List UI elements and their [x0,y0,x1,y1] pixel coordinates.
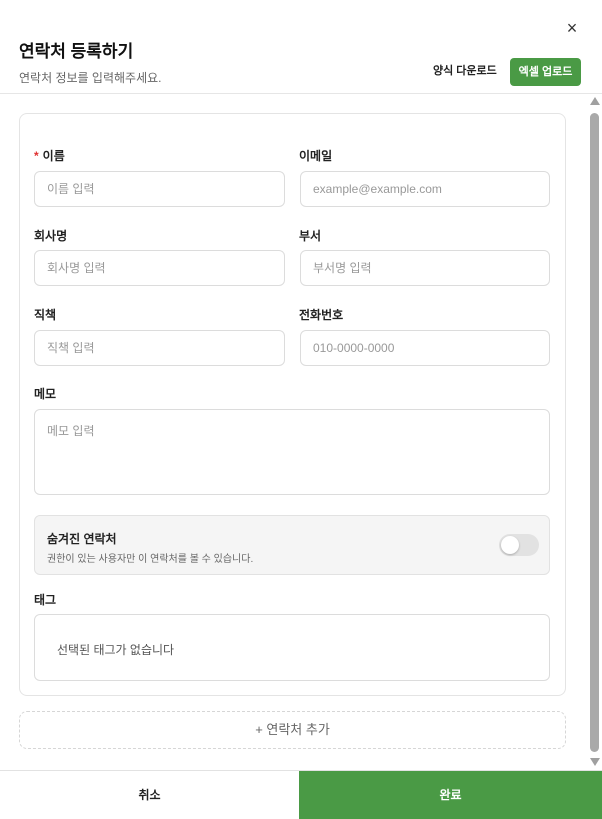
scrollbar[interactable] [588,95,602,770]
tags-box[interactable]: 선택된 태그가 없습니다 [34,614,550,681]
add-contact-button[interactable]: + 연락처 추가 [19,711,566,749]
modal-subtitle: 연락처 정보를 입력해주세요. [19,71,162,85]
modal-header: 연락처 등록하기 연락처 정보를 입력해주세요. × 양식 다운로드 엑셀 업로… [0,0,602,94]
memo-textarea[interactable]: 메모 입력 [34,409,550,495]
name-label: * 이름 [34,149,65,163]
phone-input[interactable]: 010-0000-0000 [300,330,550,366]
company-input[interactable]: 회사명 입력 [34,250,285,286]
position-label: 직책 [34,308,57,322]
toggle-knob [501,536,519,554]
memo-label: 메모 [34,387,57,401]
name-input[interactable]: 이름 입력 [34,171,285,207]
required-mark: * [34,149,39,163]
scroll-up-icon[interactable] [590,97,600,105]
scroll-down-icon[interactable] [590,758,600,766]
scrollbar-thumb[interactable] [590,113,599,752]
phone-label: 전화번호 [299,308,344,322]
form-scroll-area: * 이름 이름 입력 이메일 example@example.com 회사명 회사… [0,95,602,770]
email-input[interactable]: example@example.com [300,171,550,207]
modal-footer: 취소 완료 [0,770,602,819]
company-label: 회사명 [34,229,68,243]
contact-form-card: * 이름 이름 입력 이메일 example@example.com 회사명 회사… [19,113,566,696]
position-input[interactable]: 직책 입력 [34,330,285,366]
hidden-contact-title: 숨겨진 연락처 [47,532,117,546]
email-label: 이메일 [299,149,333,163]
department-label: 부서 [299,229,322,243]
department-input[interactable]: 부서명 입력 [300,250,550,286]
modal-title: 연락처 등록하기 [19,42,134,61]
hidden-contact-description: 권한이 있는 사용자만 이 연락처를 볼 수 있습니다. [47,554,254,565]
template-download-button[interactable]: 양식 다운로드 [424,58,506,84]
tags-empty-text: 선택된 태그가 없습니다 [57,643,175,657]
tags-label: 태그 [34,593,57,607]
hidden-contact-toggle[interactable] [499,534,539,556]
excel-upload-button[interactable]: 엑셀 업로드 [510,58,581,86]
close-icon[interactable]: × [562,18,582,38]
done-button[interactable]: 완료 [299,771,602,819]
cancel-button[interactable]: 취소 [0,771,299,819]
hidden-contact-section: 숨겨진 연락처 권한이 있는 사용자만 이 연락처를 볼 수 있습니다. [34,515,550,575]
